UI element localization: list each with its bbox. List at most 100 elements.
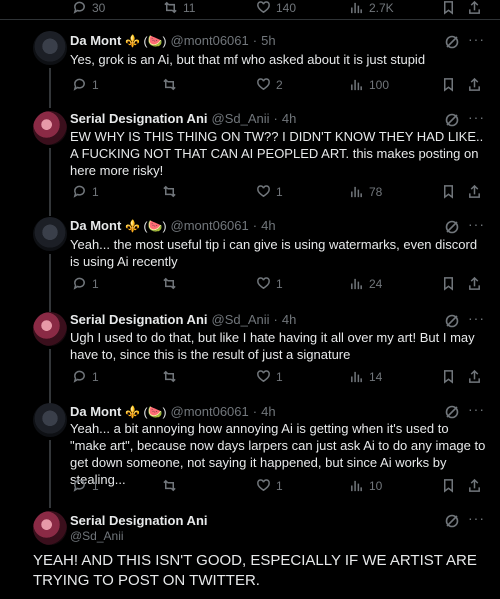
more-options-icon[interactable]: ···: [468, 217, 484, 235]
views-button[interactable]: 10: [349, 478, 382, 493]
share-button[interactable]: [467, 478, 482, 493]
handle[interactable]: @Sd_Anii: [70, 529, 124, 543]
name-emoji: ⚜️ (🍉): [125, 33, 167, 48]
views-icon: [351, 278, 362, 290]
bookmark-icon: [444, 78, 453, 92]
bookmark-icon: [444, 479, 453, 493]
handle[interactable]: @Sd_Anii: [212, 111, 270, 126]
views-button[interactable]: 100: [349, 77, 389, 92]
reply-button[interactable]: 1: [72, 369, 99, 384]
like-button[interactable]: 1: [256, 478, 283, 493]
tweet-text: Ugh I used to do that, but like I hate h…: [70, 330, 475, 362]
share-button[interactable]: [467, 77, 482, 92]
reply-tweet[interactable]: Serial Designation Ani @Sd_Anii · 4h ···…: [0, 307, 500, 406]
reply-icon: [73, 78, 85, 91]
timestamp[interactable]: 4h: [282, 312, 296, 327]
reply-button[interactable]: 1: [72, 77, 99, 92]
handle[interactable]: @mont06061: [171, 404, 249, 419]
grok-icon[interactable]: [444, 219, 460, 235]
like-button[interactable]: 140: [256, 0, 296, 15]
timestamp[interactable]: 5h: [261, 33, 275, 48]
tweet-text: Yeah... the most useful tip i can give i…: [70, 237, 478, 269]
repost-button[interactable]: [162, 276, 177, 291]
reply-tweet[interactable]: Da Mont ⚜️ (🍉) @mont06061 · 4h ··· Yeah.…: [0, 211, 500, 312]
reply-button[interactable]: 1: [72, 184, 99, 199]
views-button[interactable]: 78: [349, 184, 382, 199]
reply-button[interactable]: 1: [72, 276, 99, 291]
like-count: 1: [276, 369, 283, 384]
views-button[interactable]: 2.7K: [349, 0, 394, 15]
views-button[interactable]: 24: [349, 276, 382, 291]
reply-tweet[interactable]: Da Mont ⚜️ (🍉) @mont06061 · 5h ··· Yes, …: [0, 20, 500, 108]
more-options-icon[interactable]: ···: [468, 311, 484, 329]
reply-button[interactable]: 1: [72, 478, 99, 493]
handle[interactable]: @mont06061: [171, 218, 249, 233]
like-button[interactable]: 1: [256, 369, 283, 384]
tweet-actions: 1 1 24: [70, 276, 490, 292]
bookmark-button[interactable]: [441, 369, 456, 384]
share-button[interactable]: [467, 276, 482, 291]
reply-button[interactable]: 30: [72, 0, 105, 15]
display-name[interactable]: Serial Designation Ani: [70, 513, 208, 528]
like-count: 2: [276, 77, 283, 92]
avatar[interactable]: [33, 403, 67, 437]
share-button[interactable]: [467, 184, 482, 199]
share-button[interactable]: [467, 0, 482, 15]
views-button[interactable]: 14: [349, 369, 382, 384]
views-icon: [351, 480, 362, 492]
repost-icon: [163, 78, 176, 91]
reply-tweet[interactable]: Da Mont ⚜️ (🍉) @mont06061 · 4h ··· Yeah.…: [0, 400, 500, 508]
repost-icon: [163, 277, 176, 290]
heart-icon: [257, 78, 270, 91]
display-name[interactable]: Da Mont: [70, 404, 121, 419]
repost-button[interactable]: [162, 77, 177, 92]
reply-count: 30: [92, 0, 106, 15]
avatar[interactable]: [33, 511, 67, 545]
grok-icon[interactable]: [444, 404, 460, 420]
avatar[interactable]: [33, 217, 67, 251]
thread-line: [49, 148, 51, 216]
repost-button[interactable]: [162, 369, 177, 384]
display-name[interactable]: Serial Designation Ani: [70, 111, 208, 126]
timestamp[interactable]: 4h: [261, 218, 275, 233]
like-button[interactable]: 1: [256, 276, 283, 291]
timestamp[interactable]: 4h: [282, 111, 296, 126]
handle[interactable]: @Sd_Anii: [212, 312, 270, 327]
repost-button[interactable]: [162, 184, 177, 199]
more-options-icon[interactable]: ···: [468, 402, 484, 420]
bookmark-button[interactable]: [441, 0, 456, 15]
display-name[interactable]: Serial Designation Ani: [70, 312, 208, 327]
grok-icon[interactable]: [444, 34, 460, 50]
repost-button[interactable]: 11: [163, 0, 195, 15]
share-button[interactable]: [467, 369, 482, 384]
repost-button[interactable]: [162, 478, 177, 493]
heart-icon: [257, 370, 270, 383]
bookmark-button[interactable]: [441, 184, 456, 199]
views-count: 78: [369, 184, 383, 199]
more-options-icon[interactable]: ···: [468, 511, 484, 529]
like-button[interactable]: 1: [256, 184, 283, 199]
avatar[interactable]: [33, 111, 67, 145]
more-options-icon[interactable]: ···: [468, 32, 484, 50]
reply-icon: [73, 185, 85, 198]
views-count: 100: [369, 77, 390, 92]
tweet-actions: 1 1 14: [70, 369, 490, 385]
more-options-icon[interactable]: ···: [468, 110, 484, 128]
bookmark-icon: [444, 370, 453, 384]
like-button[interactable]: 2: [256, 77, 283, 92]
bookmark-button[interactable]: [441, 276, 456, 291]
grok-icon[interactable]: [444, 112, 460, 128]
bookmark-button[interactable]: [441, 478, 456, 493]
reply-tweet[interactable]: Serial Designation Ani @Sd_Anii · 4h ···…: [0, 104, 500, 216]
main-tweet[interactable]: Serial Designation Ani @Sd_Anii ··· YEAH…: [0, 505, 500, 599]
reply-count: 1: [92, 276, 99, 291]
avatar[interactable]: [33, 31, 67, 65]
bookmark-button[interactable]: [441, 77, 456, 92]
avatar[interactable]: [33, 312, 67, 346]
handle[interactable]: @mont06061: [171, 33, 249, 48]
display-name[interactable]: Da Mont: [70, 218, 121, 233]
grok-icon[interactable]: [444, 513, 460, 529]
grok-icon[interactable]: [444, 313, 460, 329]
display-name[interactable]: Da Mont: [70, 33, 121, 48]
timestamp[interactable]: 4h: [261, 404, 275, 419]
